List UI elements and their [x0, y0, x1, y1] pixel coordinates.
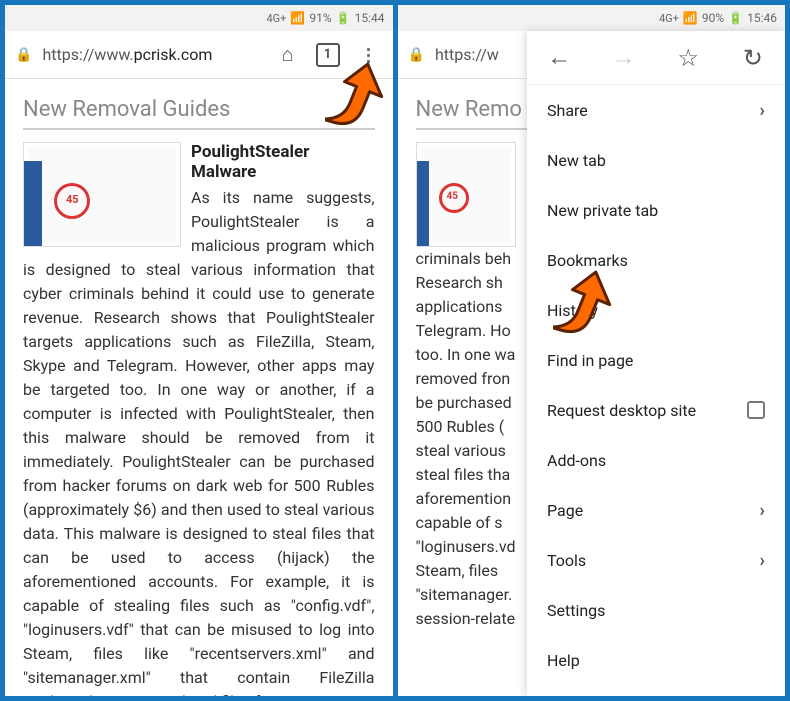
back-button[interactable]: ←	[527, 43, 592, 72]
phone-right: 4G+ 📶 90% 🔋 15:46 🔒 https://w New Remo 4…	[398, 5, 786, 696]
chevron-right-icon: ›	[760, 500, 765, 521]
menu-tools[interactable]: Tools›	[527, 535, 785, 585]
menu-settings[interactable]: Settings	[527, 585, 785, 635]
signal-icon: 📶	[683, 11, 698, 25]
reload-icon[interactable]: ↻	[721, 44, 786, 72]
menu-history[interactable]: History	[527, 285, 785, 335]
clock: 15:46	[747, 11, 777, 25]
status-bar: 4G+ 📶 91% 🔋 15:44	[5, 5, 393, 31]
tabs-button[interactable]: 1	[313, 40, 343, 70]
article-thumbnail[interactable]: 45	[23, 142, 181, 247]
menu-button[interactable]: ⋯	[353, 40, 383, 70]
menu-bookmarks[interactable]: Bookmarks	[527, 235, 785, 285]
menu-new-private-tab[interactable]: New private tab	[527, 185, 785, 235]
menu-find-in-page[interactable]: Find in page	[527, 335, 785, 385]
menu-help[interactable]: Help	[527, 635, 785, 685]
chevron-right-icon: ›	[760, 550, 765, 571]
page-content: New Removal Guides 45 PoulightStealer Ma…	[5, 79, 393, 696]
thumb-number: 45	[447, 191, 458, 202]
heading-rule	[23, 128, 375, 130]
menu-page[interactable]: Page›	[527, 485, 785, 535]
article-title[interactable]: PoulightStealer Malware	[191, 142, 309, 182]
phone-left: 4G+ 📶 91% 🔋 15:44 🔒 https://www.pcrisk.c…	[5, 5, 393, 696]
menu-share[interactable]: Share›	[527, 85, 785, 135]
menu-new-tab[interactable]: New tab	[527, 135, 785, 185]
network-indicator: 4G+	[267, 12, 287, 25]
battery-icon: 🔋	[728, 11, 743, 25]
url-text: https://www.pcrisk.com	[42, 45, 262, 64]
menu-nav-row: ← → ☆ ↻	[527, 31, 785, 85]
thumb-number: 45	[66, 193, 79, 206]
bookmark-star-icon[interactable]: ☆	[656, 44, 721, 72]
battery-percent: 90%	[702, 11, 724, 25]
article-thumbnail[interactable]: 45	[416, 142, 516, 247]
battery-percent: 91%	[309, 11, 331, 25]
page-heading: New Removal Guides	[23, 97, 375, 122]
signal-icon: 📶	[290, 11, 305, 25]
browser-menu: ← → ☆ ↻ Share› New tab New private tab B…	[527, 31, 785, 696]
article-body: As its name suggests, PoulightStealer is…	[23, 186, 375, 696]
status-bar: 4G+ 📶 90% 🔋 15:46	[398, 5, 786, 31]
url-bar[interactable]: 🔒 https://www.pcrisk.com ⌂ 1 ⋯	[5, 31, 393, 79]
clock: 15:44	[355, 11, 385, 25]
battery-icon: 🔋	[336, 11, 351, 25]
checkbox-icon[interactable]	[747, 401, 765, 419]
menu-request-desktop[interactable]: Request desktop site	[527, 385, 785, 435]
article: 45 PoulightStealer Malware As its name s…	[23, 142, 375, 696]
chevron-right-icon: ›	[760, 100, 765, 121]
forward-button: →	[592, 43, 657, 72]
menu-addons[interactable]: Add-ons	[527, 435, 785, 485]
lock-icon: 🔒	[15, 47, 32, 63]
home-icon[interactable]: ⌂	[273, 40, 303, 70]
network-indicator: 4G+	[659, 12, 679, 25]
lock-icon: 🔒	[408, 47, 425, 63]
